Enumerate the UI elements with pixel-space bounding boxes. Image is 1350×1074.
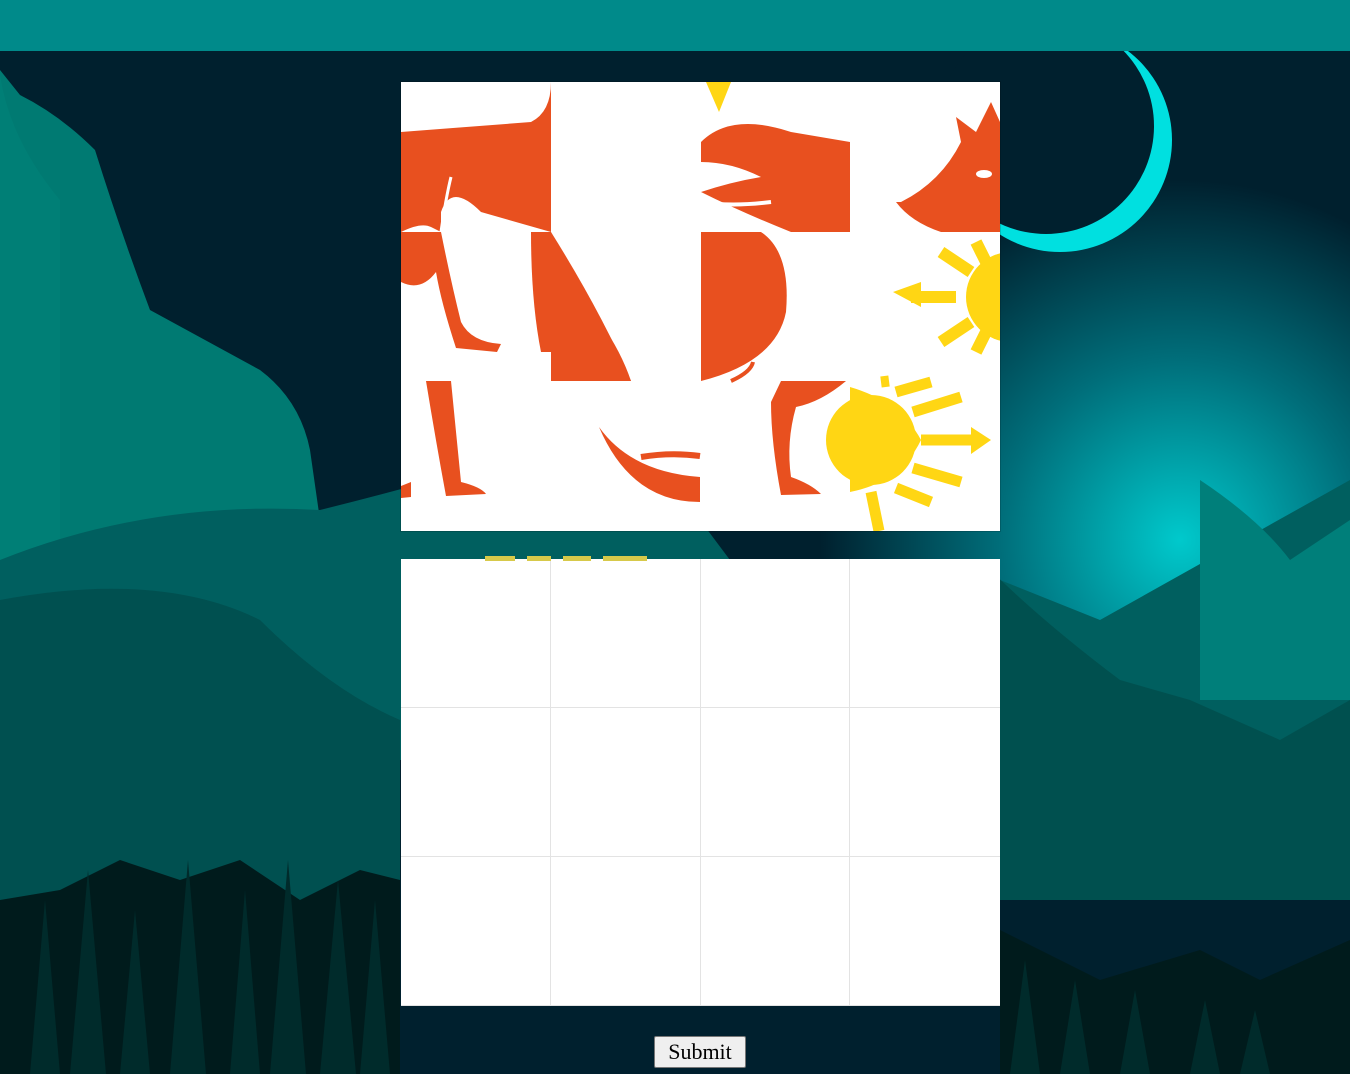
piece-tile-1[interactable] xyxy=(401,82,551,232)
piece-tile-5[interactable] xyxy=(401,232,551,382)
piece-tile-7[interactable] xyxy=(701,232,851,382)
answer-drop-board xyxy=(401,559,1000,1006)
pieces-tile-grid xyxy=(401,82,1000,531)
piece-tile-6[interactable] xyxy=(551,232,701,382)
peeking-text-fragment xyxy=(485,556,647,561)
drop-slot[interactable] xyxy=(401,708,551,857)
drop-slot[interactable] xyxy=(850,559,1000,708)
piece-tile-4[interactable] xyxy=(850,82,1000,232)
piece-tile-11[interactable] xyxy=(701,381,851,531)
drop-slot[interactable] xyxy=(850,708,1000,857)
piece-tile-12[interactable] xyxy=(850,381,1000,531)
drop-slot[interactable] xyxy=(550,857,701,1006)
piece-tile-8[interactable] xyxy=(850,232,1000,382)
drop-slot[interactable] xyxy=(700,559,851,708)
puzzle-pieces-board xyxy=(401,82,1000,531)
drop-slot[interactable] xyxy=(550,708,701,857)
drop-slot[interactable] xyxy=(700,857,851,1006)
top-bar xyxy=(0,0,1350,51)
piece-tile-10[interactable] xyxy=(551,381,701,531)
drop-slot[interactable] xyxy=(850,857,1000,1006)
drop-slot[interactable] xyxy=(401,559,551,708)
drop-slot[interactable] xyxy=(700,708,851,857)
piece-tile-2[interactable] xyxy=(551,82,701,232)
drop-slot[interactable] xyxy=(401,857,551,1006)
drop-slot[interactable] xyxy=(550,559,701,708)
submit-button[interactable]: Submit xyxy=(654,1036,746,1068)
piece-tile-9[interactable] xyxy=(401,381,551,531)
piece-tile-3[interactable] xyxy=(701,82,851,232)
